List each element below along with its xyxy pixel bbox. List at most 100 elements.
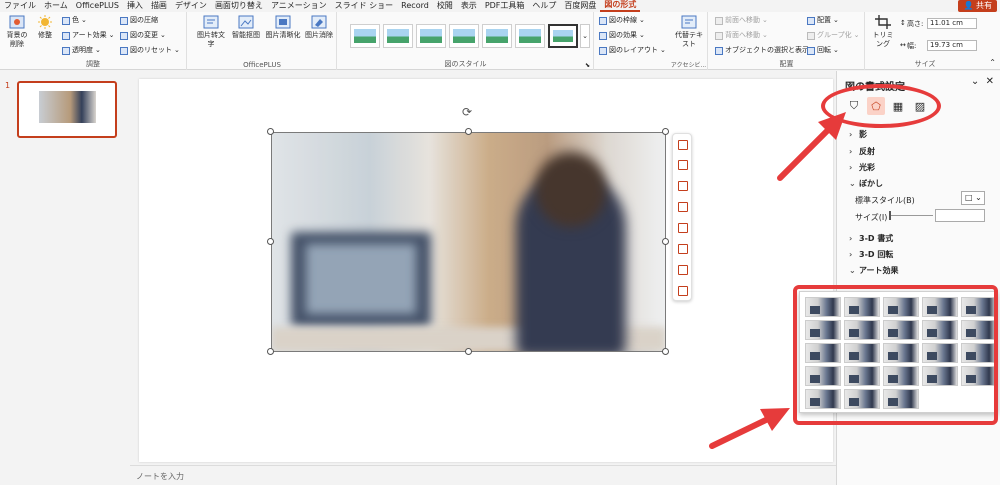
bevel-section[interactable]: › 3-D 書式 [849,233,893,244]
accessibility-group-label: アクセシビ... [670,62,707,69]
3d-rotation-section[interactable]: › 3-D 回転 [849,249,893,260]
size-input[interactable] [935,209,985,222]
resize-handle[interactable] [662,238,669,245]
ribbon: 背景の削除 修整 色 ⌄ アート効果 ⌄ 透明度 ⌄ 図の圧縮 図の変更 ⌄ 図… [0,12,1000,70]
highlight-ellipse [821,84,941,128]
menu-tab[interactable]: 挿入 [123,0,147,12]
resize-handle[interactable] [465,128,472,135]
collapse-ribbon-icon[interactable]: ⌃ [989,58,996,67]
slide-thumbnail[interactable] [17,81,117,138]
smart-cutout-icon[interactable] [678,223,688,233]
remove-background-label: 背景の削除 [6,31,28,48]
image-erase-label: 图片消除 [305,31,333,39]
image-erase-icon[interactable] [678,286,688,296]
menu-tab[interactable]: 図の形式 [600,0,641,12]
resize-handle[interactable] [662,128,669,135]
picture-style-thumb[interactable] [416,24,446,48]
shadow-section[interactable]: › 影 [849,129,867,140]
artistic-effects-section[interactable]: ⌄ アート効果 [849,265,899,276]
selection-pane-button[interactable]: オブジェクトの選択と表示 [715,46,809,55]
image-sharpen-button[interactable]: 图片清晰化 [265,15,301,40]
menu-tab[interactable]: OfficePLUS [72,0,123,12]
menu-tab[interactable]: Record [397,0,433,12]
rotate-icon [807,46,815,55]
transparency-label: 透明度 [72,46,93,54]
menu-tab[interactable]: 画面切り替え [211,0,267,12]
soft-edges-section[interactable]: ⌄ ぼかし [849,178,883,189]
menu-tab[interactable]: PDF工具箱 [481,0,529,12]
menu-tab[interactable]: ヘルプ [528,0,560,12]
image-to-text-button[interactable]: 图片转文字 [194,15,228,49]
transparency-button[interactable]: 透明度 ⌄ [62,46,101,55]
send-backward-button[interactable]: 背面へ移動 ⌄ [715,31,768,40]
menu-tab[interactable]: ホーム [40,0,72,12]
menu-tab[interactable]: デザイン [171,0,211,12]
compress-button[interactable]: 図の圧縮 [120,16,158,25]
image-effect-icon[interactable] [678,202,688,212]
resize-handle[interactable] [267,128,274,135]
chevron-down-icon[interactable]: ⌄ [971,76,979,87]
picture-style-thumb[interactable] [350,24,380,48]
crop-button[interactable]: トリミング [870,15,896,49]
resize-handle[interactable] [465,348,472,355]
bring-forward-button[interactable]: 前面へ移動 ⌄ [715,16,768,25]
effects-icon [599,31,607,40]
image-erase-button[interactable]: 图片消除 [304,15,334,40]
share-label: 共有 [976,1,992,10]
menu-tab[interactable]: 校閲 [433,0,457,12]
correct-button[interactable]: 修整 [34,15,56,40]
share-button[interactable]: 👤 共有 [958,0,997,12]
smart-cutout-button[interactable]: 智能抠图 [231,15,261,40]
picture-style-thumb[interactable] [482,24,512,48]
remove-background-button[interactable]: 背景の削除 [4,15,30,49]
picture-border-button[interactable]: 図の枠線 ⌄ [599,16,645,25]
picture-style-thumb[interactable] [515,24,545,48]
slide-thumbnail-panel: 1 [0,71,130,485]
reset-picture-button[interactable]: 図のリセット ⌄ [120,46,180,55]
menu-tab[interactable]: アニメーション [267,0,331,12]
close-icon[interactable]: ✕ [986,76,994,87]
notes-area[interactable]: ノートを入力 [130,465,836,485]
picture-style-thumb[interactable] [548,24,578,48]
change-picture-button[interactable]: 図の変更 ⌄ [120,31,166,40]
menu-tab[interactable]: スライド ショー [331,0,398,12]
replace-picture-icon[interactable] [678,181,688,191]
resize-handle[interactable] [267,348,274,355]
group-button[interactable]: グループ化 ⌄ [807,31,859,40]
menu-tab[interactable]: 百度网盘 [560,0,600,12]
rotate-handle-icon[interactable]: ⟳ [462,105,472,119]
resize-handle[interactable] [662,348,669,355]
picture-effects-button[interactable]: 図の効果 ⌄ [599,31,645,40]
image-sharpen-icon[interactable] [678,265,688,275]
preset-dropdown[interactable]: □ ⌄ [961,191,985,205]
menu-tab[interactable]: 描画 [147,0,171,12]
menu-tab[interactable]: 表示 [457,0,481,12]
picture-style-icon[interactable] [678,160,688,170]
artistic-icon [62,31,70,40]
picture-style-thumb[interactable] [383,24,413,48]
styles-more-button[interactable]: ⌄ [580,24,590,48]
align-button[interactable]: 配置 ⌄ [807,16,839,25]
crop-icon[interactable] [678,140,688,150]
size-slider[interactable] [889,211,933,220]
shadow-label: 影 [859,130,867,139]
reflection-section[interactable]: › 反射 [849,146,875,157]
rotate-label: 回転 [817,46,831,54]
dialog-launcher-icon[interactable]: ⬊ [585,62,590,69]
size-group-label: サイズ [914,60,936,68]
rotate-button[interactable]: 回転 ⌄ [807,46,839,55]
height-input[interactable]: 11.01 cm [927,18,977,29]
picture-style-thumb[interactable] [449,24,479,48]
resize-handle[interactable] [267,238,274,245]
artistic-effects-button[interactable]: アート効果 ⌄ [62,31,114,40]
width-input[interactable]: 19.73 cm [927,40,977,51]
picture-layout-button[interactable]: 図のレイアウト ⌄ [599,46,666,55]
size-group: トリミング ↕ 高さ: 11.01 cm ↔ 幅: 19.73 cm サイズ [866,12,984,70]
alt-text-button[interactable]: 代替テキスト [673,15,705,49]
menu-tab[interactable]: ファイル [0,0,40,12]
glow-section[interactable]: › 光彩 [849,162,875,173]
alt-text-icon [681,15,697,29]
image-to-text-icon[interactable] [678,244,688,254]
color-button[interactable]: 色 ⌄ [62,16,87,25]
reset-picture-icon [120,46,128,55]
